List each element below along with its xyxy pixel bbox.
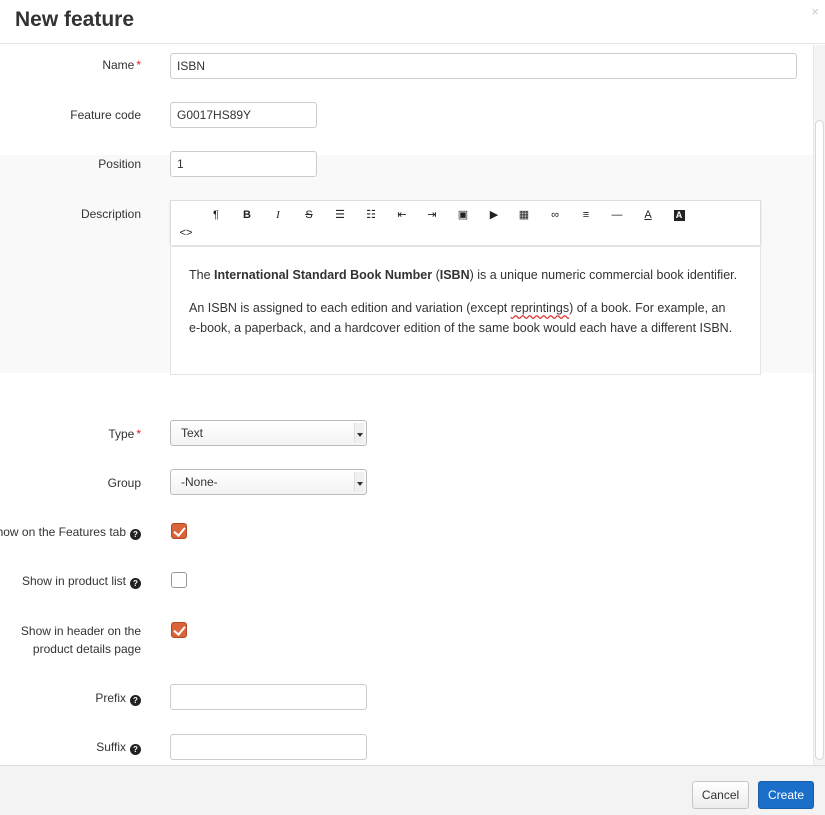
name-label: Name *	[102, 58, 141, 72]
feature-code-input[interactable]	[170, 102, 317, 128]
paragraph-icon[interactable]: ¶	[206, 207, 226, 223]
indent-icon[interactable]: ⇥	[422, 207, 442, 223]
help-icon[interactable]: ?	[130, 744, 141, 755]
group-select-value: -None-	[181, 475, 218, 489]
dialog-header: New feature ×	[0, 0, 825, 44]
video-icon[interactable]: ▶	[484, 207, 504, 223]
show-in-header-label-line2: product details page	[32, 642, 141, 656]
italic-icon[interactable]: I	[268, 207, 288, 223]
link-icon[interactable]: ∞	[545, 207, 565, 223]
close-icon[interactable]: ×	[811, 4, 819, 19]
show-in-product-list-checkbox[interactable]	[171, 572, 187, 588]
prefix-label: Prefix?	[95, 689, 141, 707]
unordered-list-icon[interactable]: ☰	[330, 207, 350, 223]
font-color-icon[interactable]: A	[638, 207, 658, 223]
description-label: Description	[80, 207, 141, 221]
dialog-body: Name* Feature code Position Description …	[0, 45, 813, 765]
create-button[interactable]: Create	[758, 781, 814, 809]
align-icon[interactable]: ≡	[576, 207, 596, 223]
type-select-value: Text	[181, 426, 204, 440]
dialog-footer: Cancel Create	[0, 765, 825, 815]
group-label: Group	[107, 476, 141, 490]
description-paragraph-1: The International Standard Book Number (…	[189, 268, 738, 282]
background-color-icon[interactable]: A	[669, 207, 689, 223]
group-select[interactable]: -None-	[170, 469, 367, 495]
help-icon[interactable]: ?	[130, 578, 141, 589]
suffix-input[interactable]	[170, 734, 367, 760]
strikethrough-icon[interactable]: S	[299, 207, 319, 223]
help-icon[interactable]: ?	[130, 529, 141, 540]
show-in-header-checkbox[interactable]	[171, 622, 187, 638]
outdent-icon[interactable]: ⇤	[392, 207, 412, 223]
show-on-features-tab-label: Show on the Features tab?	[0, 523, 141, 541]
chevron-down-icon	[354, 423, 364, 443]
show-in-header-label-line1: Show in header on the	[20, 624, 141, 638]
chevron-down-icon	[354, 472, 364, 492]
suffix-label: Suffix?	[96, 738, 141, 756]
editor-toolbar: ¶ B I S ☰ ☷ ⇤ ⇥ ▣ ▶ ▦ ∞ ≡ — A A <>	[170, 200, 761, 245]
scrollbar[interactable]	[813, 45, 825, 765]
name-input[interactable]	[170, 53, 797, 79]
show-in-product-list-label: Show in product list?	[22, 572, 141, 590]
description-paragraph-2: An ISBN is assigned to each edition and …	[189, 301, 733, 335]
help-icon[interactable]: ?	[130, 695, 141, 706]
ordered-list-icon[interactable]: ☷	[361, 207, 381, 223]
background-color-glyph: A	[673, 210, 685, 221]
misspelled-word: reprintings	[510, 301, 570, 315]
dialog-title: New feature	[15, 8, 135, 31]
prefix-input[interactable]	[170, 684, 367, 710]
description-editor[interactable]: The International Standard Book Number (…	[170, 246, 761, 375]
table-icon[interactable]: ▦	[514, 207, 534, 223]
cancel-button[interactable]: Cancel	[692, 781, 749, 809]
image-icon[interactable]: ▣	[453, 207, 473, 223]
feature-code-label: Feature code	[70, 108, 141, 122]
position-input[interactable]	[170, 151, 317, 177]
show-on-features-tab-checkbox[interactable]	[171, 523, 187, 539]
source-code-icon[interactable]: <>	[176, 225, 196, 241]
type-select[interactable]: Text	[170, 420, 367, 446]
position-label: Position	[98, 157, 141, 171]
bold-icon[interactable]: B	[237, 207, 257, 223]
horizontal-rule-icon[interactable]: —	[607, 207, 627, 223]
scrollbar-thumb[interactable]	[815, 120, 824, 760]
type-label: Type *	[108, 427, 141, 441]
